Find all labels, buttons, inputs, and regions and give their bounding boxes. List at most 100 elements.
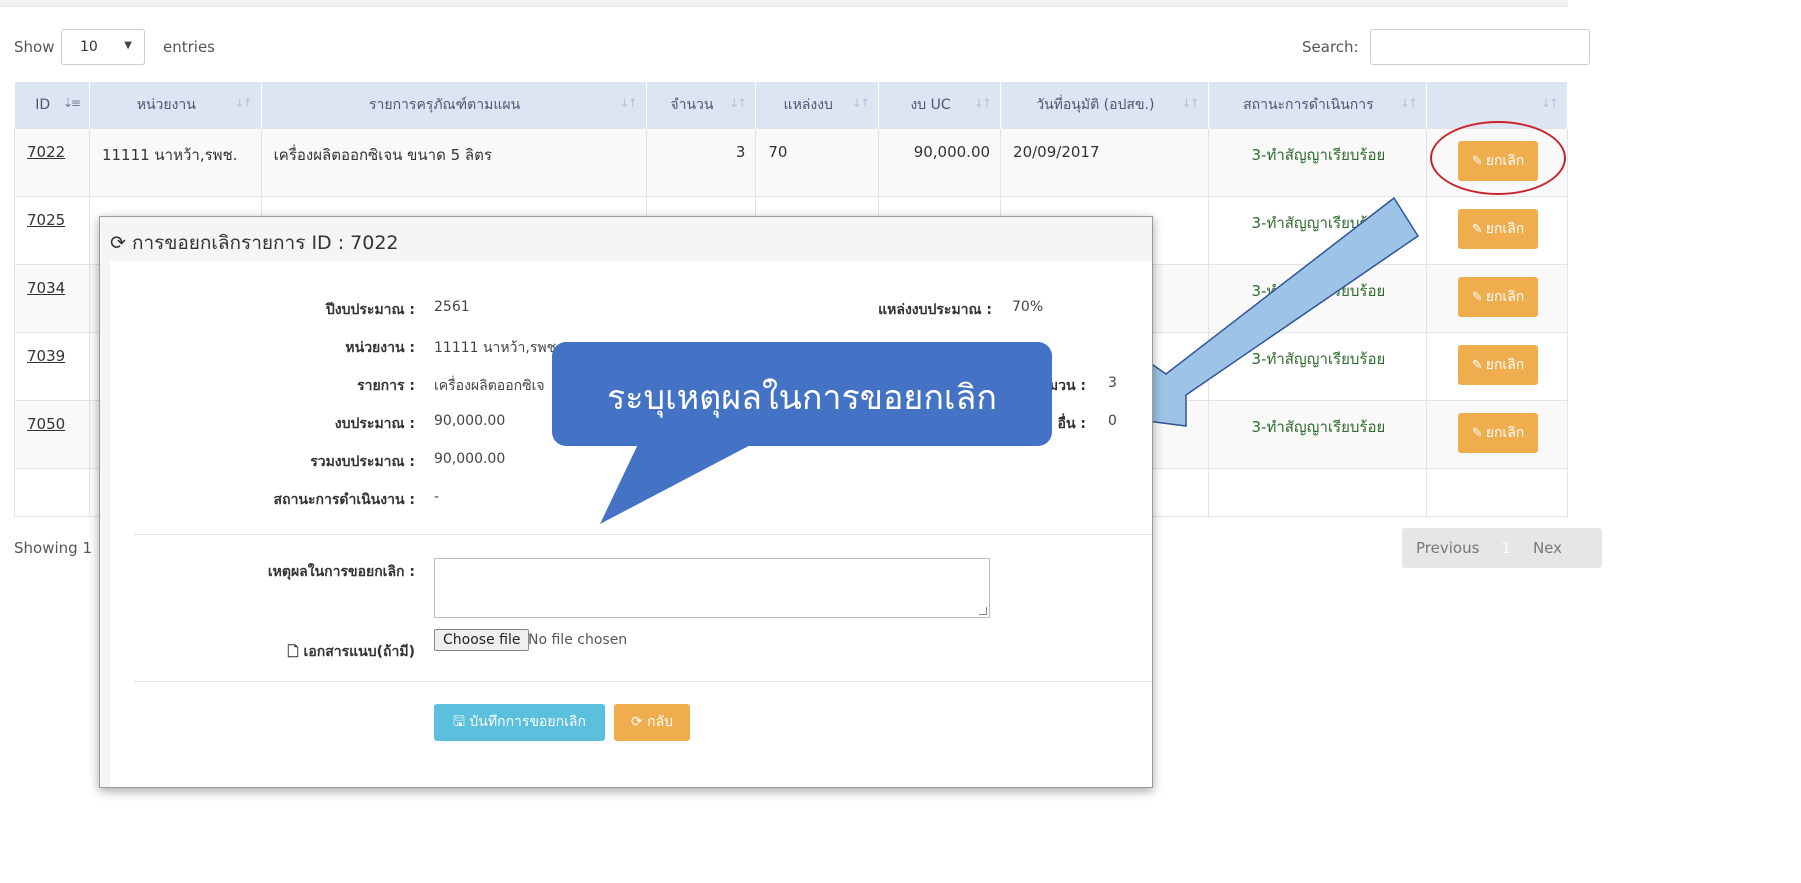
pencil-icon: ✎ [1471, 221, 1483, 237]
search-input[interactable] [1370, 29, 1590, 65]
highlight-ring [1430, 121, 1566, 195]
entries-select[interactable]: 10 ▼ [61, 29, 145, 65]
row-status: 3-ทำสัญญาเรียบร้อย [1207, 331, 1428, 401]
back-button[interactable]: ⟳ กลับ [614, 704, 690, 741]
save-label: บันทึกการขอยกเลิก [469, 714, 586, 730]
file-status: No file chosen [528, 632, 628, 648]
row-item: เครื่องผลิตออกซิเจน ขนาด 5 ลิตร [260, 127, 647, 197]
pencil-icon: ✎ [1471, 357, 1483, 373]
cancel-label: ยกเลิก [1485, 356, 1525, 373]
row-id-link[interactable]: 7039 [27, 347, 65, 365]
col-label: สถานะการดำเนินการ [1243, 96, 1374, 113]
budget-source-value: 70% [1012, 299, 1044, 315]
col-header-item[interactable]: รายการครุภัณฑ์ตามแผน ↓↑ [261, 82, 647, 128]
table-row: 7022 11111 นาหว้า,รพช. เครื่องผลิตออกซิเ… [14, 127, 1568, 197]
budget-label: งบประมาณ : [334, 416, 415, 432]
row-id-link[interactable]: 7022 [27, 143, 65, 161]
col-header-status[interactable]: สถานะการดำเนินการ ↓↑ [1208, 82, 1428, 128]
next-button[interactable]: Nex [1533, 539, 1562, 557]
budget-source-label: แหล่งงบประมาณ : [878, 302, 992, 318]
sort-icon: ↓↑ [619, 96, 637, 110]
cancel-button[interactable]: ✎ ยกเลิก [1457, 276, 1539, 317]
col-label: แหล่งงบ [783, 96, 833, 113]
col-label: หน่วยงาน [136, 96, 196, 113]
cancel-label: ยกเลิก [1485, 288, 1525, 305]
search-label: Search: [1302, 38, 1359, 56]
pencil-icon: ✎ [1471, 425, 1483, 441]
unit-value: 11111 นาหว้า,รพช. [434, 340, 561, 356]
cancel-label: ยกเลิก [1485, 220, 1525, 237]
page-button-current[interactable]: 1 [1501, 539, 1511, 557]
modal-title: ⟳ การขอยกเลิกรายการ ID : 7022 [110, 228, 399, 258]
reason-label: เหตุผลในการขอยกเลิก : [267, 564, 415, 580]
sort-icon: ↓↑ [852, 96, 870, 110]
modal-title-text: การขอยกเลิกรายการ ID : 7022 [131, 232, 399, 254]
row-id-link[interactable]: 7050 [27, 415, 65, 433]
col-header-qty[interactable]: จำนวน ↓↑ [646, 82, 757, 128]
col-label: ID [35, 96, 51, 113]
row-id-link[interactable]: 7034 [27, 279, 65, 297]
back-label: กลับ [647, 714, 674, 730]
unit-label: หน่วยงาน : [345, 340, 415, 356]
pencil-icon: ✎ [1471, 289, 1483, 305]
sort-icon: ↓↑ [973, 96, 992, 110]
col-header-source[interactable]: แหล่งงบ ↓↑ [755, 82, 880, 128]
sort-icon: ↓↑ [1181, 96, 1200, 110]
previous-button[interactable]: Previous [1416, 539, 1479, 557]
choose-file-button[interactable]: Choose file [434, 629, 530, 651]
row-unit: 11111 นาหว้า,รพช. [88, 127, 262, 197]
progress-label: สถานะการดำเนินงาน : [273, 492, 415, 508]
entries-label: entries [163, 38, 215, 56]
callout-text: ระบุเหตุผลในการขอยกเลิก [607, 378, 997, 418]
entries-value: 10 [80, 39, 98, 55]
row-status: 3-ทำสัญญาเรียบร้อย [1207, 195, 1428, 265]
row-qty: 3 [645, 127, 757, 197]
budget-year-label: ปีงบประมาณ : [325, 302, 415, 318]
sort-icon: ↓↑ [729, 96, 747, 110]
qty-value: 3 [1108, 375, 1117, 391]
cancel-label: ยกเลิก [1485, 424, 1525, 441]
row-status: 3-ทำสัญญาเรียบร้อย [1207, 127, 1428, 197]
qty-label: มวน : [1048, 378, 1086, 394]
col-label: จำนวน [670, 96, 714, 113]
col-header-date[interactable]: วันที่อนุมัติ (อปสข.) ↓↑ [1000, 82, 1209, 128]
row-source: 70 [755, 127, 880, 197]
row-status: 3-ทำสัญญาเรียบร้อย [1207, 399, 1428, 469]
total-value: 90,000.00 [434, 451, 506, 467]
table-header: ID ⇣≡ หน่วยงาน ↓↑ รายการครุภัณฑ์ตามแผน ↓↑ จ… [14, 82, 1568, 128]
row-date: 20/09/2017 [1000, 127, 1209, 197]
cancel-button[interactable]: ✎ ยกเลิก [1457, 412, 1539, 453]
row-id-link[interactable]: 7025 [27, 211, 65, 229]
divider [134, 534, 1152, 535]
save-cancel-request-button[interactable]: 🖫 บันทึกการขอยกเลิก [434, 704, 605, 741]
refresh-icon: ⟳ [110, 232, 126, 254]
caret-down-icon: ▼ [124, 40, 132, 51]
budget-value: 90,000.00 [434, 413, 506, 429]
col-header-uc[interactable]: งบ UC ↓↑ [878, 82, 1002, 128]
budget-year-value: 2561 [434, 299, 470, 315]
refresh-icon: ⟳ [630, 714, 643, 730]
cancel-button[interactable]: ✎ ยกเลิก [1457, 344, 1539, 385]
sort-asc-icon: ⇣≡ [62, 96, 81, 110]
top-divider [0, 0, 1568, 7]
row-status: 3-ทำสัญญาเรียบร้อย [1207, 263, 1428, 333]
other-value: 0 [1108, 413, 1117, 429]
sort-icon: ↓↑ [1540, 96, 1559, 110]
col-label: งบ UC [910, 96, 951, 113]
cancel-request-modal: ⟳ การขอยกเลิกรายการ ID : 7022 ปีงบประมาณ… [99, 216, 1153, 788]
sort-icon: ↓↑ [1399, 96, 1418, 110]
progress-value: - [434, 489, 440, 505]
attach-label-text: เอกสารแนบ(ถ้ามี) [303, 644, 415, 660]
reason-textarea[interactable] [434, 558, 990, 618]
col-label: วันที่อนุมัติ (อปสข.) [1036, 96, 1155, 113]
modal-body: ปีงบประมาณ : 2561 แหล่งงบประมาณ : 70% หน… [110, 261, 1152, 787]
col-header-unit[interactable]: หน่วยงาน ↓↑ [89, 82, 262, 128]
pagination: Previous 1 Nex [1402, 528, 1602, 568]
item-value: เครื่องผลิตออกซิเจ [434, 378, 545, 394]
file-pdf-icon: 🗋 [287, 644, 299, 660]
divider [134, 681, 1152, 682]
total-label: รวมงบประมาณ : [310, 454, 415, 470]
cancel-button[interactable]: ✎ ยกเลิก [1457, 208, 1539, 249]
row-uc: 90,000.00 [878, 127, 1002, 197]
col-header-id[interactable]: ID ⇣≡ [14, 82, 90, 128]
